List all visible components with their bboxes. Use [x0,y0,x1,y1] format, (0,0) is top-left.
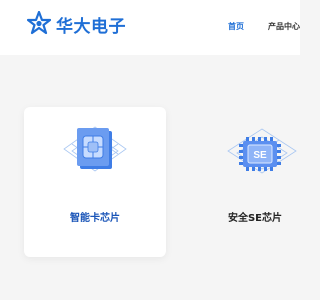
page: 华大电子 首页 产品中心 智能卡芯片 SE 安全SE芯片 [0,0,300,300]
se-chip-icon: SE [227,128,297,174]
product-title: 智能卡芯片 [70,213,120,224]
site-header: 华大电子 首页 产品中心 [0,0,300,55]
brand-name: 华大电子 [56,16,126,37]
star-logo-icon [27,11,51,35]
brand-logo[interactable]: 华大电子 [27,11,126,37]
nav-home[interactable]: 首页 [228,21,244,32]
se-chip-label: SE [253,150,267,161]
product-card-smart-card[interactable]: 智能卡芯片 [24,107,166,257]
nav-product-center[interactable]: 产品中心 [268,21,300,32]
product-card-se-chip[interactable]: SE 安全SE芯片 [196,107,300,257]
product-title: 安全SE芯片 [227,213,283,224]
smart-card-chip-icon [63,126,127,172]
